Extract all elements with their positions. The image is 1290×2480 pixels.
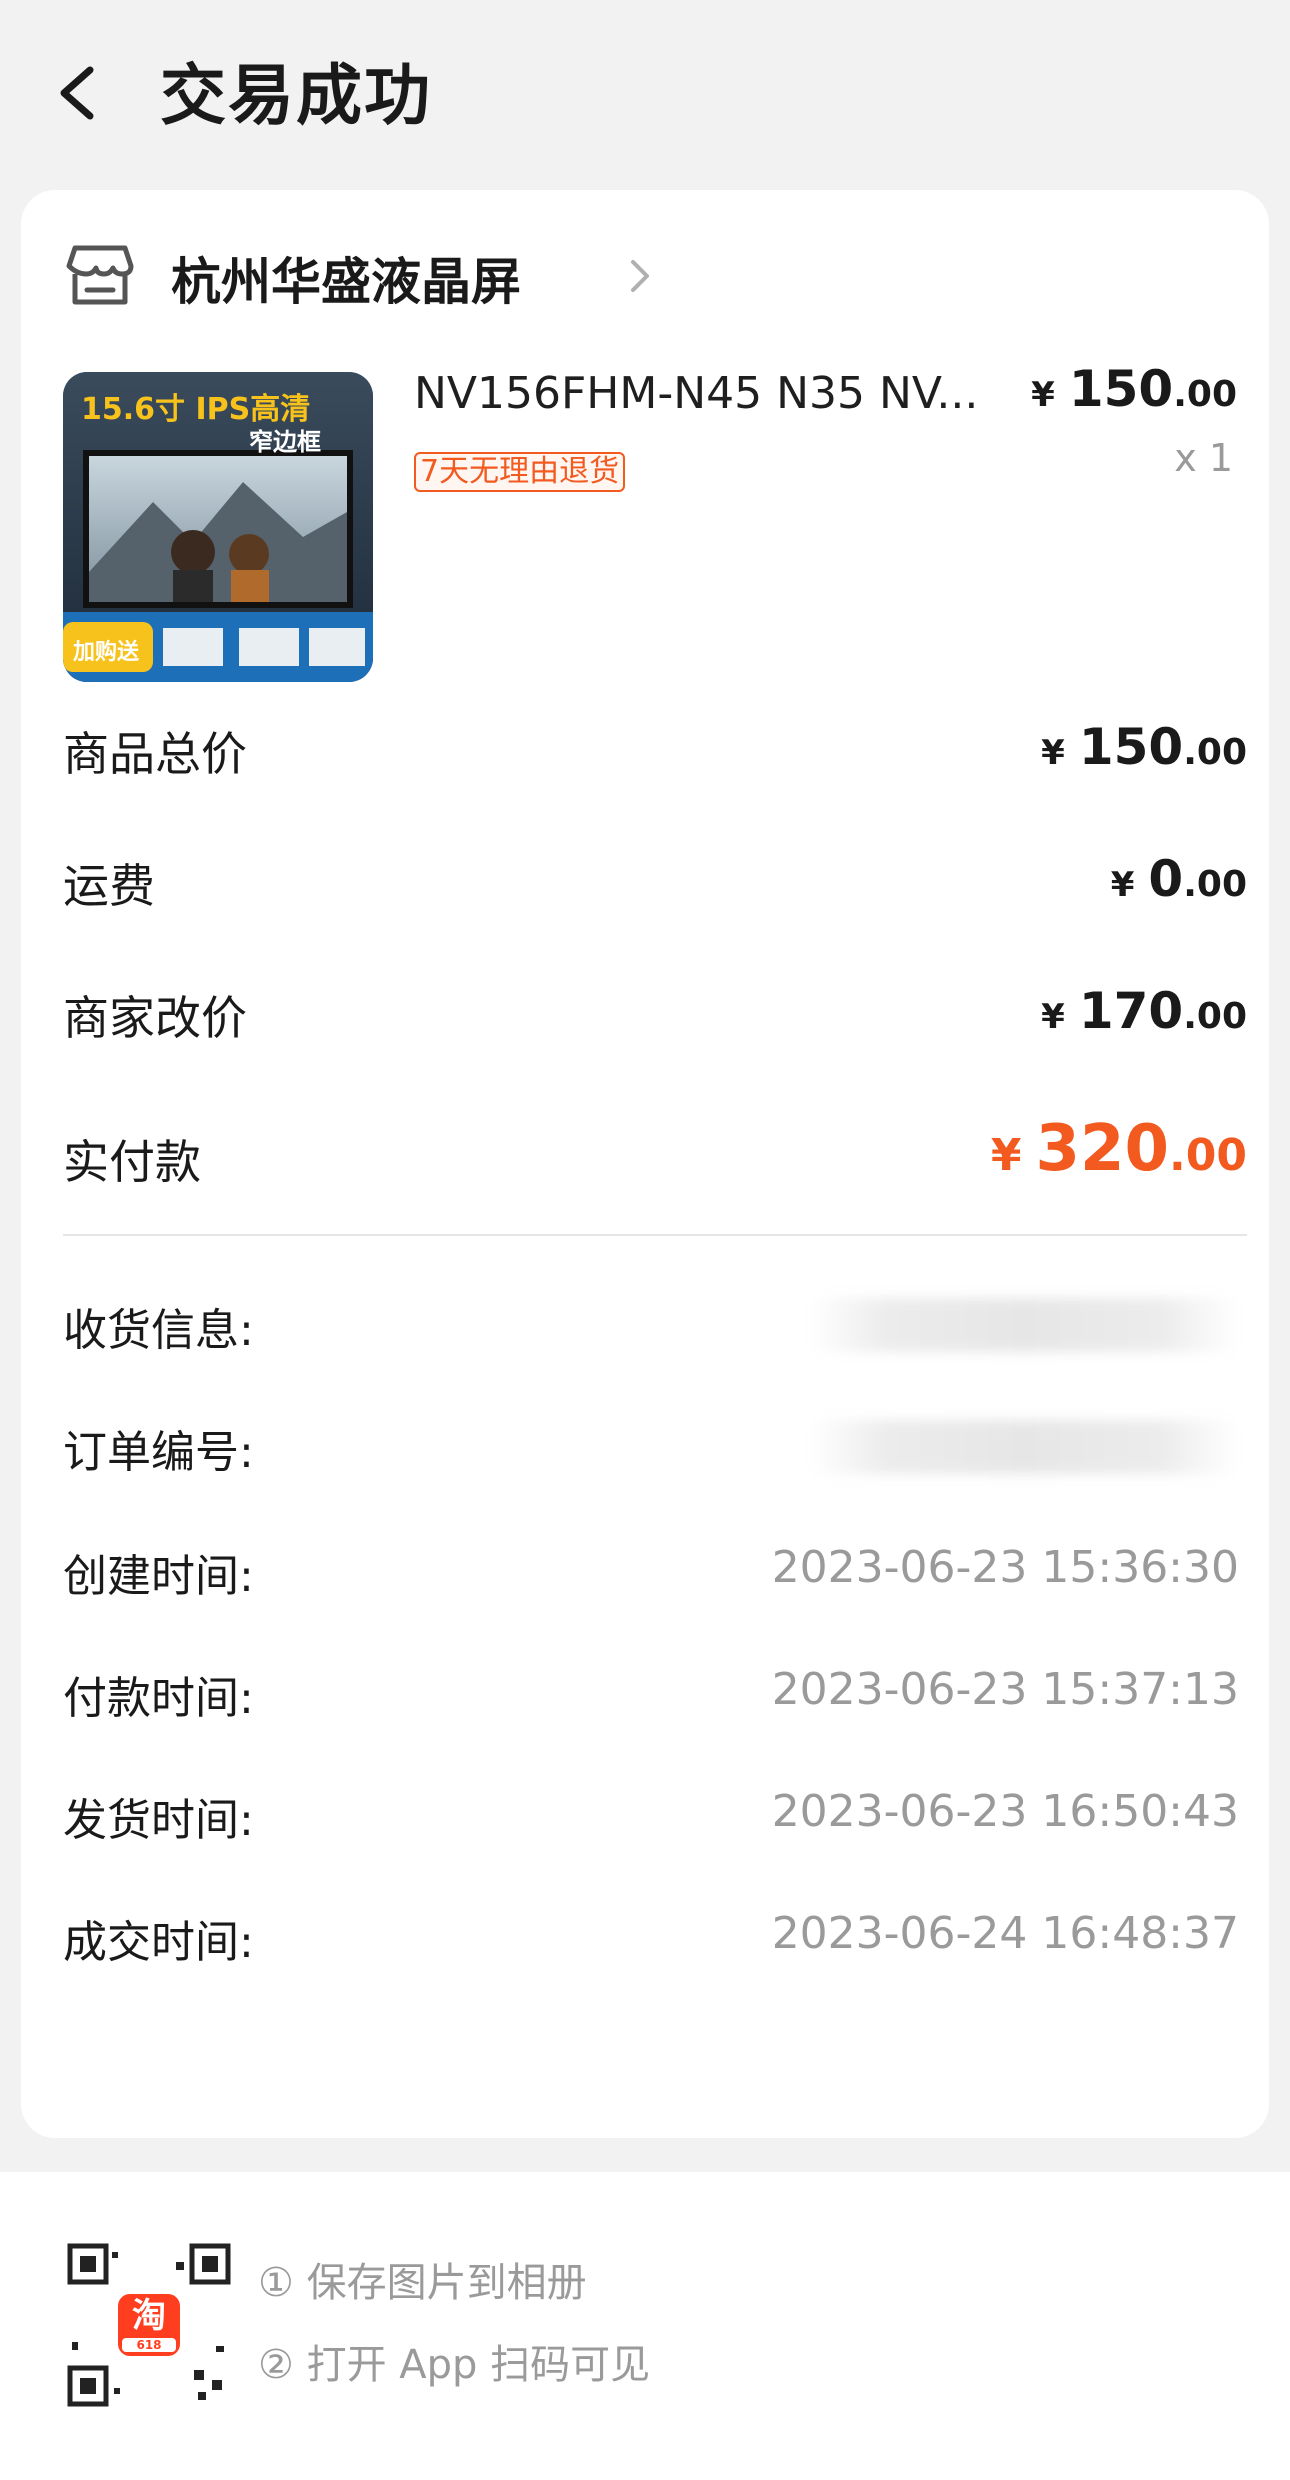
info-label: 成交时间: <box>63 1917 254 1968</box>
value-integer: 150 <box>1078 718 1184 776</box>
value-integer: 320 <box>1035 1112 1170 1186</box>
divider <box>63 1234 1247 1236</box>
app-badge-sub: 618 <box>136 2338 162 2352</box>
info-value: 2023-06-23 15:36:30 <box>771 1542 1239 1593</box>
info-row-shipped-time: 发货时间: 2023-06-23 16:50:43 <box>63 1784 1247 1854</box>
order-card: 杭州华盛液晶屏 15.6寸 IPS高清 窄边框 加购送 NV156FHM-N45… <box>21 190 1269 2138</box>
product-image-tag: 加购送 <box>73 640 140 665</box>
qr-code[interactable]: 淘 618 <box>66 2242 232 2408</box>
info-value: 2023-06-24 16:48:37 <box>771 1908 1239 1959</box>
summary-label: 运费 <box>63 859 155 913</box>
info-label: 订单编号: <box>63 1427 254 1478</box>
currency-symbol: ¥ <box>990 1130 1022 1181</box>
return-policy-badge: 7天无理由退货 <box>414 452 626 492</box>
product-price: ¥150.00 <box>1031 360 1237 418</box>
summary-label: 商家改价 <box>63 991 247 1045</box>
product-thumbnail[interactable]: 15.6寸 IPS高清 窄边框 加购送 <box>63 372 373 682</box>
page-title: 交易成功 <box>160 57 432 134</box>
price-decimal: .00 <box>1173 374 1237 415</box>
receiver-info-redacted <box>809 1298 1239 1352</box>
info-label: 创建时间: <box>63 1551 254 1602</box>
info-row-completed-time: 成交时间: 2023-06-24 16:48:37 <box>63 1906 1247 1976</box>
summary-row-shipping: 运费 ¥0.00 <box>63 850 1247 930</box>
summary-row-price-adjust: 商家改价 ¥170.00 <box>63 982 1247 1062</box>
currency-symbol: ¥ <box>1031 375 1055 415</box>
paid-amount: ¥320.00 <box>991 1112 1247 1186</box>
info-value: 2023-06-23 16:50:43 <box>771 1786 1239 1837</box>
value-integer: 170 <box>1078 982 1184 1040</box>
info-label: 发货时间: <box>63 1795 254 1846</box>
instruction-step-1: ① 保存图片到相册 <box>258 2260 587 2306</box>
order-number-redacted <box>809 1420 1239 1474</box>
info-label: 付款时间: <box>63 1673 254 1724</box>
summary-value: ¥170.00 <box>1041 982 1247 1040</box>
info-row-created: 创建时间: 2023-06-23 15:36:30 <box>63 1540 1247 1610</box>
summary-value: ¥150.00 <box>1041 718 1247 776</box>
top-bar: 交易成功 <box>0 0 1290 190</box>
summary-row-paid: 实付款 ¥320.00 <box>63 1112 1247 1210</box>
value-integer: 0 <box>1148 850 1184 908</box>
product-title[interactable]: NV156FHM-N45 N35 NV... <box>414 368 1014 419</box>
currency-symbol: ¥ <box>1110 865 1135 905</box>
value-decimal: .00 <box>1183 864 1247 905</box>
app-badge-glyph: 淘 <box>132 2296 166 2336</box>
value-decimal: .00 <box>1183 996 1247 1037</box>
chevron-right-icon <box>625 254 655 298</box>
info-value: 2023-06-23 15:37:13 <box>771 1664 1239 1715</box>
currency-symbol: ¥ <box>1041 997 1065 1037</box>
shop-name: 杭州华盛液晶屏 <box>171 253 521 311</box>
summary-label: 商品总价 <box>63 727 247 781</box>
info-row-receiver: 收货信息: <box>63 1294 1247 1364</box>
value-decimal: .00 <box>1183 732 1247 773</box>
info-label: 收货信息: <box>63 1305 254 1356</box>
product-quantity: x 1 <box>1174 436 1233 480</box>
product-image-subline: 窄边框 <box>249 428 321 456</box>
instruction-step-2: ② 打开 App 扫码可见 <box>258 2342 651 2388</box>
currency-symbol: ¥ <box>1041 733 1065 773</box>
share-footer: 淘 618 ① 保存图片到相册 ② 打开 App 扫码可见 <box>0 2172 1290 2480</box>
paid-label: 实付款 <box>63 1135 201 1189</box>
price-integer: 150 <box>1068 360 1174 418</box>
back-arrow-icon[interactable] <box>50 58 110 128</box>
store-icon <box>65 240 135 310</box>
info-row-paid-time: 付款时间: 2023-06-23 15:37:13 <box>63 1662 1247 1732</box>
summary-value: ¥0.00 <box>1111 850 1247 908</box>
info-row-order-number: 订单编号: <box>63 1416 1247 1486</box>
value-decimal: .00 <box>1169 1130 1247 1181</box>
summary-row-subtotal: 商品总价 ¥150.00 <box>63 718 1247 798</box>
shop-header[interactable]: 杭州华盛液晶屏 <box>65 240 765 330</box>
